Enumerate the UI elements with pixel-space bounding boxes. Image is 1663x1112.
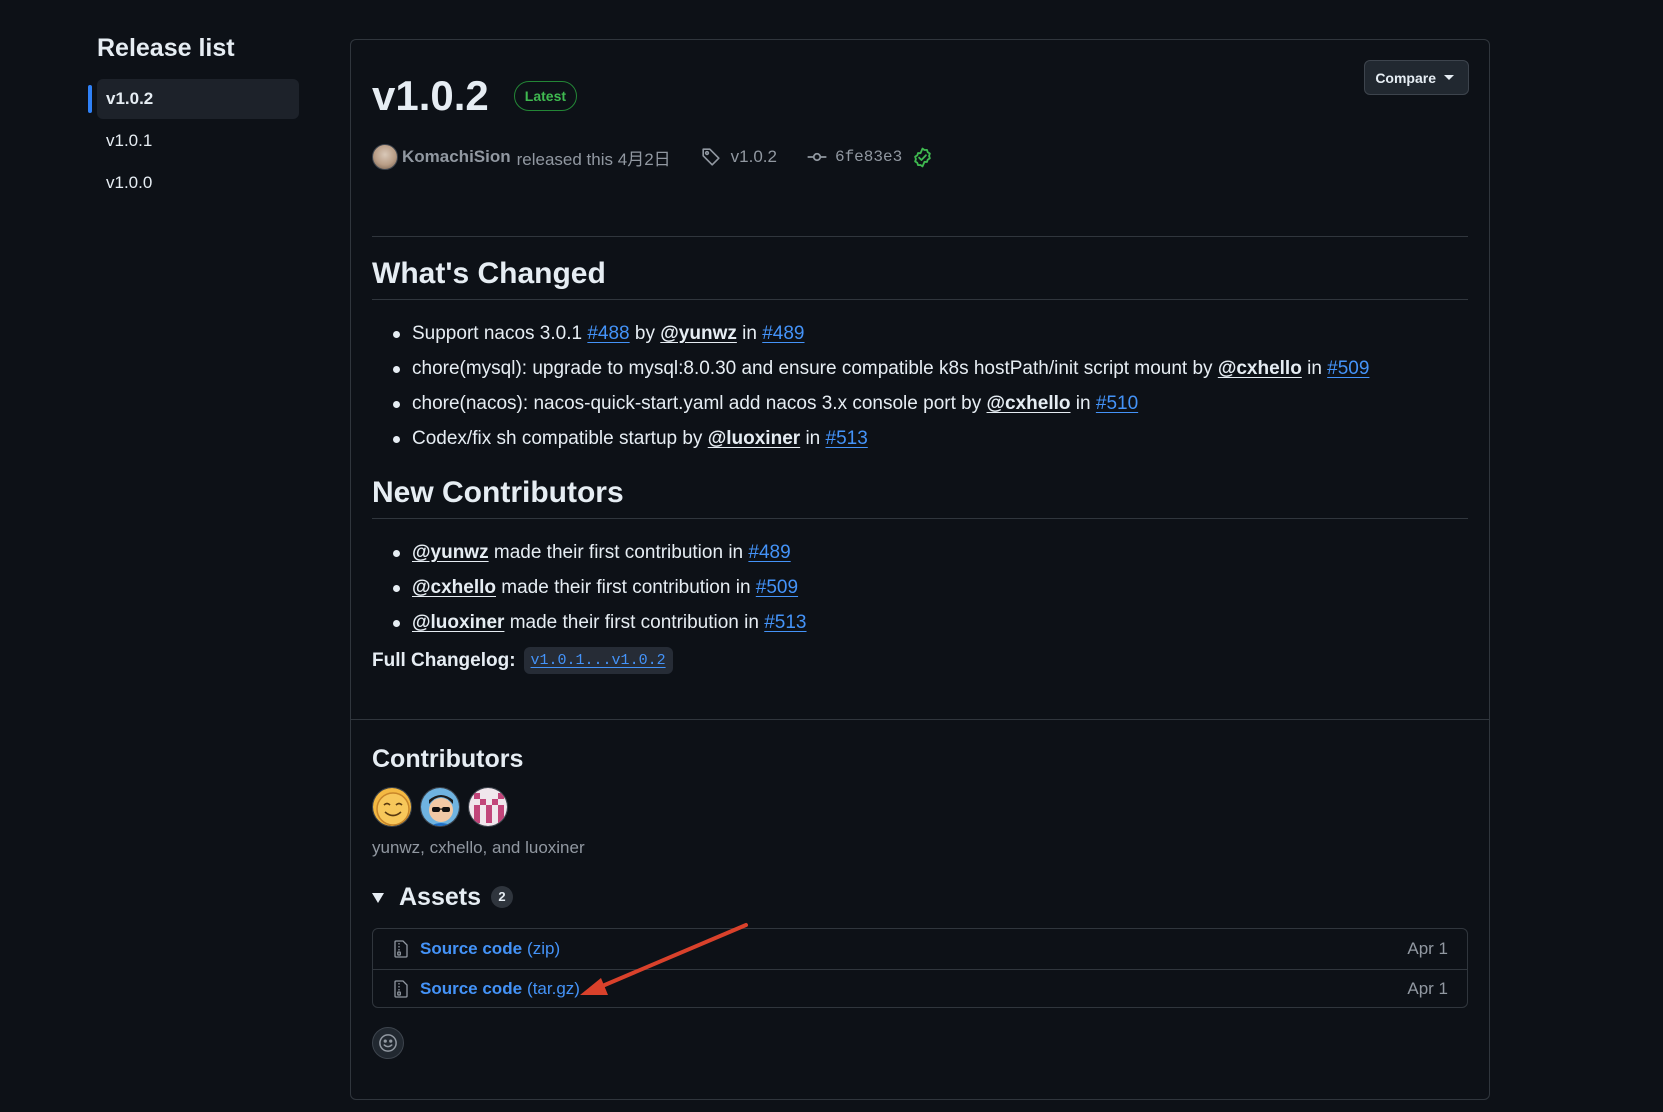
release-title[interactable]: v1.0.2: [372, 70, 489, 122]
whats-changed-list: Support nacos 3.0.1 #488 by @yunwz in #4…: [372, 316, 1369, 456]
author-avatar[interactable]: [372, 144, 398, 170]
compare-label: Compare: [1375, 69, 1436, 86]
commit-link[interactable]: 6fe83e3: [835, 148, 902, 166]
file-zip-icon: [393, 940, 409, 958]
whats-changed-heading: What's Changed: [372, 257, 606, 290]
release-item-v1-0-1[interactable]: v1.0.1: [97, 121, 299, 161]
release-list-sidebar: Release list v1.0.2 v1.0.1 v1.0.0: [88, 30, 299, 205]
asset-row-zip[interactable]: Source code (zip) Apr 1: [373, 929, 1467, 969]
chevron-down-icon: [1444, 75, 1454, 80]
card-section-divider: [351, 719, 1489, 720]
list-item: Codex/fix sh compatible startup by @luox…: [392, 421, 1369, 456]
asset-date: Apr 1: [1407, 979, 1448, 998]
pr-link[interactable]: #509: [1327, 358, 1369, 379]
compare-button[interactable]: Compare: [1364, 60, 1469, 95]
change-text: Support nacos 3.0.1: [412, 323, 583, 344]
contribution-text: made their first contribution in: [501, 577, 751, 598]
smiley-icon: [379, 1034, 397, 1052]
changelog-link[interactable]: v1.0.1...v1.0.2: [523, 647, 673, 674]
pr-link[interactable]: #509: [756, 577, 798, 598]
user-mention[interactable]: @cxhello: [412, 577, 496, 598]
pr-link[interactable]: #513: [764, 612, 806, 633]
new-contributors-heading: New Contributors: [372, 476, 624, 509]
verified-check-icon[interactable]: [912, 147, 933, 168]
release-meta: KomachiSion released this 4月2日 v1.0.2 6f…: [372, 142, 933, 172]
by-text: by: [634, 323, 655, 344]
change-text: chore(mysql): upgrade to mysql:8.0.30 an…: [412, 358, 1188, 379]
sidebar-title: Release list: [97, 34, 235, 62]
asset-row-targz[interactable]: Source code (tar.gz) Apr 1: [373, 969, 1467, 1008]
list-item: @yunwz made their first contribution in …: [393, 535, 807, 570]
release-card: Compare v1.0.2 Latest KomachiSion releas…: [350, 39, 1490, 1100]
triangle-down-icon: [372, 893, 384, 903]
change-text: chore(nacos): nacos-quick-start.yaml add…: [412, 393, 956, 414]
in-text: in: [1307, 358, 1322, 379]
whats-changed-divider: [372, 299, 1468, 300]
release-item-v1-0-2[interactable]: v1.0.2: [88, 79, 299, 119]
changelog-label: Full Changelog:: [372, 649, 516, 671]
user-mention[interactable]: @yunwz: [412, 542, 489, 563]
pr-link[interactable]: #489: [762, 323, 804, 344]
latest-badge: Latest: [513, 81, 578, 111]
list-item: chore(nacos): nacos-quick-start.yaml add…: [392, 386, 1369, 421]
by-text: by: [961, 393, 982, 414]
issue-link[interactable]: #488: [587, 323, 629, 344]
file-zip-icon: [393, 980, 409, 998]
avatar-yunwz[interactable]: [372, 787, 412, 827]
tag-icon: [701, 147, 721, 167]
contributor-names: yunwz, cxhello, and luoxiner: [372, 838, 585, 857]
full-changelog: Full Changelog: v1.0.1...v1.0.2: [372, 647, 673, 674]
commit-icon: [807, 147, 827, 167]
list-item: @luoxiner made their first contribution …: [393, 605, 807, 640]
new-contributors-divider: [372, 518, 1468, 519]
assets-heading: Assets: [399, 882, 481, 911]
in-text: in: [805, 428, 821, 449]
pr-link[interactable]: #489: [748, 542, 790, 563]
user-mention[interactable]: @luoxiner: [708, 428, 800, 449]
assets-count-badge: 2: [491, 886, 513, 908]
asset-extension[interactable]: (zip): [527, 939, 560, 959]
released-text: released this 4月2日: [516, 149, 671, 169]
change-text: Codex/fix sh compatible startup: [412, 428, 678, 449]
tag-link[interactable]: v1.0.2: [731, 147, 777, 167]
contribution-text: made their first contribution in: [493, 542, 744, 563]
in-text: in: [742, 323, 757, 344]
list-item: chore(mysql): upgrade to mysql:8.0.30 an…: [392, 351, 1369, 386]
user-mention[interactable]: @luoxiner: [412, 612, 504, 633]
asset-name-link[interactable]: Source code: [420, 979, 522, 999]
avatar-cxhello[interactable]: [420, 787, 460, 827]
asset-extension[interactable]: (tar.gz): [527, 979, 580, 999]
author-link[interactable]: KomachiSion: [402, 147, 511, 167]
release-item-v1-0-0[interactable]: v1.0.0: [97, 163, 299, 203]
assets-list: Source code (zip) Apr 1 Source code (tar…: [372, 928, 1468, 1008]
avatar-luoxiner[interactable]: [468, 787, 508, 827]
list-item: @cxhello made their first contribution i…: [393, 570, 807, 605]
pr-link[interactable]: #510: [1096, 393, 1138, 414]
by-text: by: [682, 428, 703, 449]
user-mention[interactable]: @yunwz: [660, 323, 737, 344]
contribution-text: made their first contribution in: [509, 612, 759, 633]
pr-link[interactable]: #513: [826, 428, 868, 449]
user-mention[interactable]: @cxhello: [1218, 358, 1302, 379]
by-text: by: [1192, 358, 1213, 379]
in-text: in: [1075, 393, 1091, 414]
asset-name-link[interactable]: Source code: [420, 939, 522, 959]
assets-toggle[interactable]: Assets 2: [372, 880, 513, 914]
asset-date: Apr 1: [1407, 939, 1448, 958]
list-item: Support nacos 3.0.1 #488 by @yunwz in #4…: [392, 316, 1369, 351]
user-mention[interactable]: @cxhello: [987, 393, 1071, 414]
meta-divider: [372, 236, 1468, 237]
contributor-avatars: [372, 787, 508, 827]
add-reaction-button[interactable]: [372, 1027, 404, 1059]
new-contributors-list: @yunwz made their first contribution in …: [372, 535, 807, 640]
contributors-heading: Contributors: [372, 745, 524, 773]
